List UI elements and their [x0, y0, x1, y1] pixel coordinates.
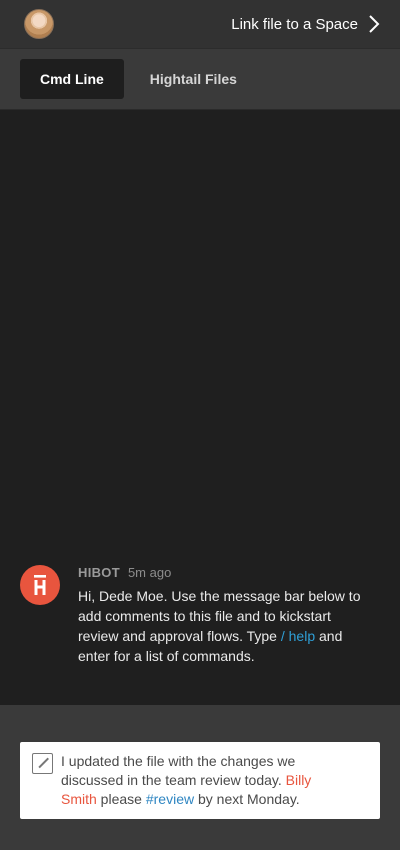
hightail-logo-icon [34, 575, 46, 595]
link-file-label: Link file to a Space [231, 15, 358, 33]
chat-panel: HIBOT 5m ago Hi, Dede Moe. Use the messa… [0, 110, 400, 705]
hibot-avatar [20, 565, 60, 605]
pencil-icon [32, 753, 53, 774]
link-file-to-space-button[interactable]: Link file to a Space [231, 15, 380, 33]
message-input[interactable]: I updated the file with the changes we d… [20, 742, 380, 819]
review-hashtag[interactable]: #review [146, 791, 194, 807]
message-meta: HIBOT 5m ago [78, 565, 370, 580]
message-text: Hi, Dede Moe. Use the message bar below … [78, 586, 370, 666]
tab-bar: Cmd Line Hightail Files [0, 48, 400, 110]
composer-text-part3: by next Monday. [194, 791, 300, 807]
help-command-link[interactable]: / help [281, 628, 315, 644]
chevron-right-icon [369, 15, 380, 33]
composer-text[interactable]: I updated the file with the changes we d… [61, 752, 341, 819]
message-timestamp: 5m ago [127, 565, 172, 580]
message-body: HIBOT 5m ago Hi, Dede Moe. Use the messa… [78, 565, 370, 666]
composer-text-part2: please [96, 791, 146, 807]
user-avatar[interactable] [24, 9, 54, 39]
top-header: Link file to a Space [0, 0, 400, 48]
composer-text-part1: I updated the file with the changes we d… [61, 753, 296, 788]
chat-message: HIBOT 5m ago Hi, Dede Moe. Use the messa… [20, 565, 380, 666]
tab-cmd-line[interactable]: Cmd Line [20, 59, 124, 99]
tab-hightail-files[interactable]: Hightail Files [130, 59, 257, 99]
composer-area: I updated the file with the changes we d… [0, 705, 400, 850]
sender-name: HIBOT [78, 565, 120, 580]
